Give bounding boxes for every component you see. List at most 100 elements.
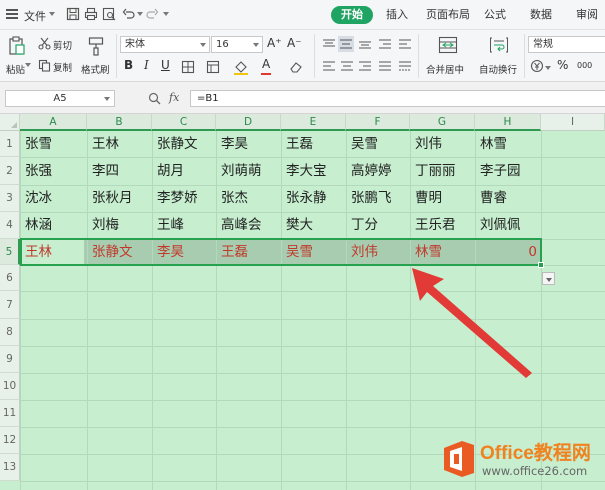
file-menu-caret-icon[interactable] <box>49 12 55 16</box>
column-header-c[interactable]: C <box>152 114 216 131</box>
indent-icon[interactable] <box>378 38 392 50</box>
undo-caret-icon[interactable] <box>137 12 143 16</box>
print-icon[interactable] <box>84 7 98 21</box>
row-header-7[interactable]: 7 <box>0 291 20 319</box>
align-left-icon[interactable] <box>322 60 336 72</box>
row-header-10[interactable]: 10 <box>0 373 20 400</box>
cell-d4[interactable]: 高峰会 <box>216 212 281 239</box>
row-header-9[interactable]: 9 <box>0 346 20 373</box>
column-header-e[interactable]: E <box>281 114 346 131</box>
cell-g2[interactable]: 丁丽丽 <box>410 157 475 185</box>
cell-a1[interactable]: 张雪 <box>20 131 87 157</box>
print-preview-icon[interactable] <box>102 7 116 21</box>
percent-button[interactable]: % <box>557 58 568 72</box>
thousands-button[interactable]: 000 <box>577 61 592 70</box>
tab-data[interactable]: 数据 <box>530 6 552 24</box>
auto-wrap-button[interactable]: 自动换行 <box>477 34 523 78</box>
main-menu-icon[interactable] <box>6 9 18 19</box>
cell-g4[interactable]: 王乐君 <box>410 212 475 239</box>
column-header-g[interactable]: G <box>410 114 475 131</box>
fill-color-icon[interactable] <box>233 59 249 75</box>
distributed-icon[interactable] <box>398 60 412 72</box>
row-header-5[interactable]: 5 <box>0 239 20 265</box>
customize-toolbar-icon[interactable] <box>163 12 169 16</box>
column-header-i[interactable]: I <box>541 114 605 131</box>
tab-page-layout[interactable]: 页面布局 <box>426 6 470 24</box>
cell-f1[interactable]: 吴雪 <box>346 131 410 157</box>
eraser-icon[interactable] <box>289 60 303 74</box>
cell-a2[interactable]: 张强 <box>20 157 87 185</box>
cell-b2[interactable]: 李四 <box>87 157 152 185</box>
border-icon[interactable] <box>181 60 195 74</box>
cell-b4[interactable]: 刘梅 <box>87 212 152 239</box>
outdent-icon[interactable] <box>398 38 412 50</box>
row-header-8[interactable]: 8 <box>0 319 20 346</box>
select-all-corner[interactable] <box>0 114 20 131</box>
format-painter-button[interactable]: 格式刷 <box>79 34 113 78</box>
currency-caret-icon[interactable] <box>545 66 551 70</box>
font-name-select[interactable]: 宋体 <box>120 36 210 53</box>
cell-b3[interactable]: 张秋月 <box>87 185 152 212</box>
cell-a3[interactable]: 沈冰 <box>20 185 87 212</box>
align-center-icon[interactable] <box>340 60 354 72</box>
cell-d1[interactable]: 李昊 <box>216 131 281 157</box>
cell-h3[interactable]: 曹睿 <box>475 185 541 212</box>
cell-c1[interactable]: 张静文 <box>152 131 216 157</box>
column-header-b[interactable]: B <box>87 114 152 131</box>
zoom-search-icon[interactable] <box>148 92 161 105</box>
align-middle-icon[interactable] <box>338 36 354 52</box>
cell-b1[interactable]: 王林 <box>87 131 152 157</box>
decrease-font-button[interactable]: A⁻ <box>287 36 302 50</box>
cell-f4[interactable]: 丁分 <box>346 212 410 239</box>
row-header-1[interactable]: 1 <box>0 131 20 157</box>
name-box[interactable]: A5 <box>5 90 115 107</box>
cell-c3[interactable]: 李梦娇 <box>152 185 216 212</box>
font-size-select[interactable]: 16 <box>211 36 263 53</box>
save-icon[interactable] <box>66 7 80 21</box>
cell-e3[interactable]: 张永静 <box>281 185 346 212</box>
cell-f2[interactable]: 高婷婷 <box>346 157 410 185</box>
undo-icon[interactable] <box>122 7 136 21</box>
tab-home[interactable]: 开始 <box>331 6 373 24</box>
font-color-button[interactable]: A <box>262 57 270 71</box>
currency-icon[interactable] <box>530 59 544 73</box>
cell-d3[interactable]: 张杰 <box>216 185 281 212</box>
bold-button[interactable]: B <box>124 58 133 72</box>
cell-c4[interactable]: 王峰 <box>152 212 216 239</box>
file-menu[interactable]: 文件 <box>24 8 46 24</box>
cell-h2[interactable]: 李子园 <box>475 157 541 185</box>
column-header-h[interactable]: H <box>475 114 541 131</box>
cell-e2[interactable]: 李大宝 <box>281 157 346 185</box>
paste-button[interactable]: 粘贴 <box>4 34 30 78</box>
cell-a4[interactable]: 林涵 <box>20 212 87 239</box>
number-format-select[interactable]: 常规 <box>528 36 605 53</box>
increase-font-button[interactable]: A⁺ <box>267 36 282 50</box>
cell-g3[interactable]: 曹明 <box>410 185 475 212</box>
row-header-4[interactable]: 4 <box>0 212 20 239</box>
cell-e4[interactable]: 樊大 <box>281 212 346 239</box>
merge-center-button[interactable]: 合并居中 <box>424 34 470 78</box>
cell-e1[interactable]: 王磊 <box>281 131 346 157</box>
row-header-13[interactable]: 13 <box>0 454 20 481</box>
autofill-options-button[interactable] <box>542 272 555 285</box>
underline-button[interactable]: U <box>161 58 170 72</box>
align-right-icon[interactable] <box>358 60 372 72</box>
column-header-f[interactable]: F <box>346 114 410 131</box>
row-header-6[interactable]: 6 <box>0 265 20 291</box>
formula-input[interactable]: =B1 <box>190 90 605 107</box>
column-header-d[interactable]: D <box>216 114 281 131</box>
row-header-2[interactable]: 2 <box>0 157 20 185</box>
tab-review[interactable]: 审阅 <box>576 6 598 24</box>
cell-c2[interactable]: 胡月 <box>152 157 216 185</box>
row-header-12[interactable]: 12 <box>0 427 20 454</box>
cell-f3[interactable]: 张鹏飞 <box>346 185 410 212</box>
align-top-icon[interactable] <box>322 38 336 50</box>
cell-style-icon[interactable] <box>206 60 220 74</box>
cell-d2[interactable]: 刘萌萌 <box>216 157 281 185</box>
cell-g1[interactable]: 刘伟 <box>410 131 475 157</box>
tab-formulas[interactable]: 公式 <box>484 6 506 24</box>
tab-insert[interactable]: 插入 <box>386 6 408 24</box>
cell-h1[interactable]: 林雪 <box>475 131 541 157</box>
paste-options-icon[interactable] <box>25 63 31 67</box>
align-bottom-icon[interactable] <box>358 38 372 50</box>
